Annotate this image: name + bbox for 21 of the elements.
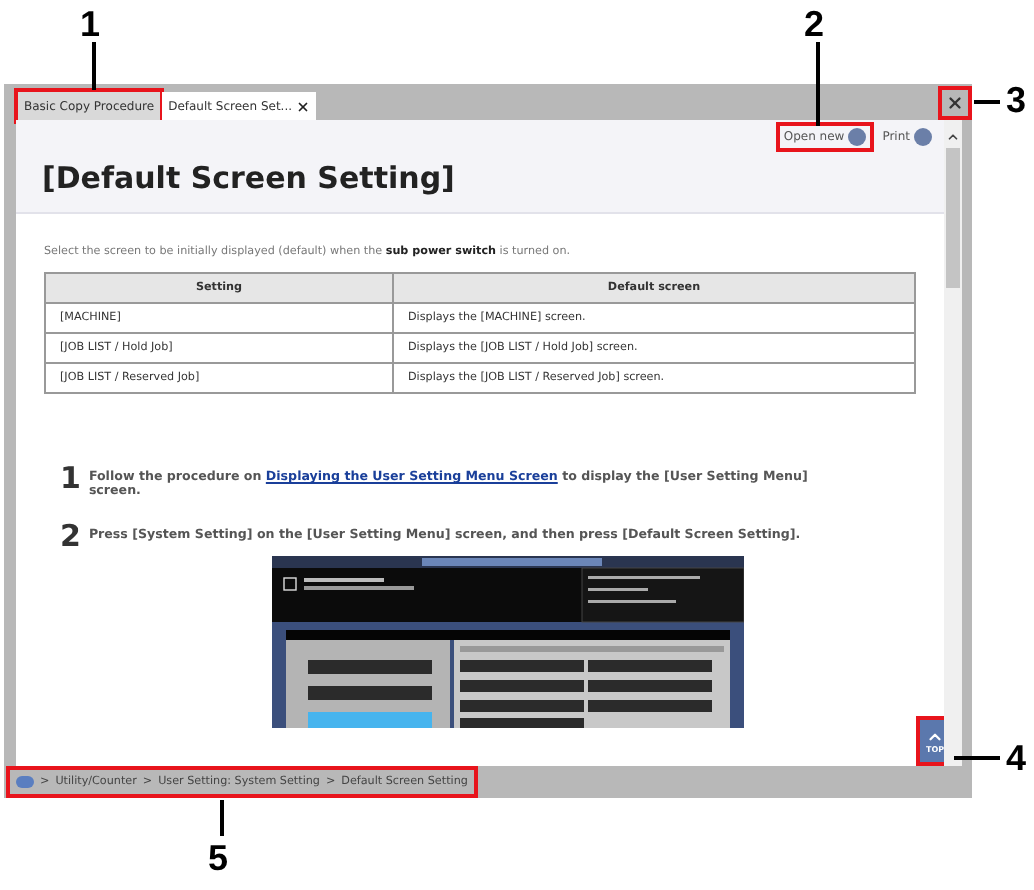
scroll-up-icon[interactable] <box>946 130 960 144</box>
callout-number: 5 <box>208 840 229 876</box>
leader-line <box>220 800 223 836</box>
step-number: 2 <box>60 524 81 551</box>
scrollbar-thumb[interactable] <box>946 148 960 288</box>
callout-number: 4 <box>1006 740 1027 776</box>
print-icon <box>914 128 932 146</box>
leader-line <box>954 756 1000 759</box>
leader-line <box>92 42 95 90</box>
close-icon <box>946 94 964 112</box>
leader-line <box>974 100 1000 103</box>
callout-number: 2 <box>804 6 825 42</box>
callout-number: 1 <box>80 6 101 42</box>
callout-number: 3 <box>1006 82 1027 118</box>
step-number: 1 <box>60 466 81 493</box>
leader-line <box>816 42 819 126</box>
open-new-icon <box>848 128 867 146</box>
caret-icon <box>926 728 944 746</box>
close-button[interactable] <box>942 90 968 116</box>
page-title: [Default Screen Setting] <box>42 164 457 194</box>
close-icon[interactable] <box>296 99 311 113</box>
